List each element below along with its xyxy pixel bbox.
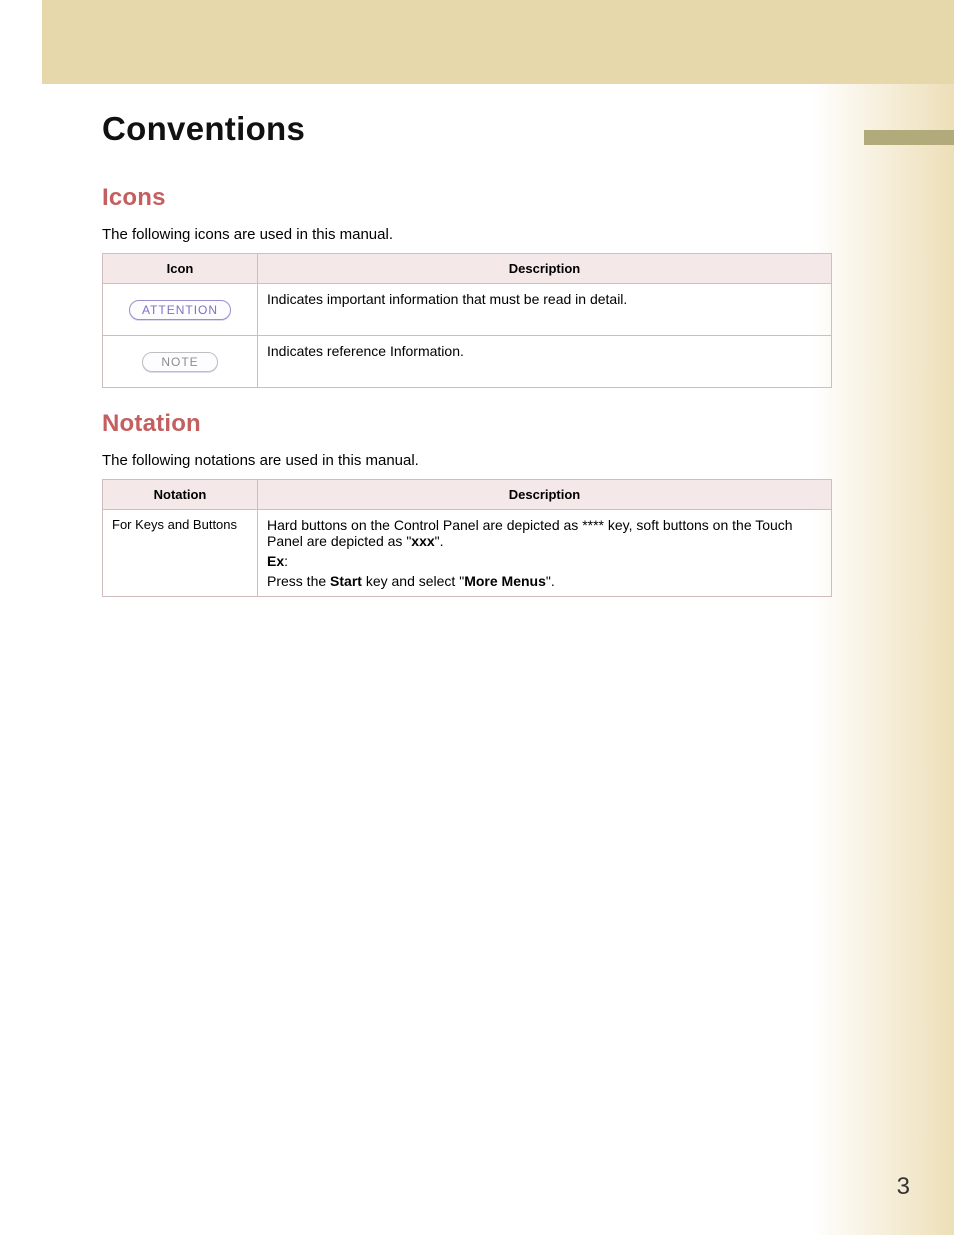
table-header-row: Icon Description [103, 254, 832, 284]
icon-desc-note: Indicates reference Information. [258, 336, 832, 388]
header-band [0, 0, 954, 84]
document-page: Conventions Icons The following icons ar… [0, 0, 954, 1235]
icon-cell-attention: ATTENTION [103, 284, 258, 336]
notation-th-description: Description [258, 480, 832, 510]
notation-desc-line1: Hard buttons on the Control Panel are de… [267, 517, 822, 549]
ex-text: Press the [267, 573, 330, 589]
section-heading-icons: Icons [102, 184, 832, 212]
icons-th-description: Description [258, 254, 832, 284]
desc-bold-xxx: xxx [411, 533, 434, 549]
ex-bold-more-menus: More Menus [464, 573, 546, 589]
notation-table: Notation Description For Keys and Button… [102, 479, 832, 597]
notation-ex-line: Press the Start key and select "More Men… [267, 573, 822, 589]
notation-ex-label-line: Ex: [267, 553, 822, 569]
attention-icon: ATTENTION [129, 300, 231, 320]
notation-label-cell: For Keys and Buttons [103, 510, 258, 597]
icon-cell-note: NOTE [103, 336, 258, 388]
table-header-row: Notation Description [103, 480, 832, 510]
icon-desc-attention: Indicates important information that mus… [258, 284, 832, 336]
table-row: For Keys and Buttons Hard buttons on the… [103, 510, 832, 597]
notation-intro-text: The following notations are used in this… [102, 452, 832, 469]
ex-colon: : [284, 553, 288, 569]
icons-intro-text: The following icons are used in this man… [102, 226, 832, 243]
icons-th-icon: Icon [103, 254, 258, 284]
ex-label: Ex [267, 553, 284, 569]
table-row: ATTENTION Indicates important informatio… [103, 284, 832, 336]
page-number: 3 [897, 1173, 910, 1201]
desc-text: Hard buttons on the Control Panel are de… [267, 517, 793, 549]
header-band-notch [0, 0, 42, 84]
page-title: Conventions [102, 110, 832, 148]
ex-text: key and select " [362, 573, 464, 589]
desc-text: ". [435, 533, 444, 549]
ex-text: ". [546, 573, 555, 589]
note-icon: NOTE [142, 352, 217, 372]
ex-bold-start: Start [330, 573, 362, 589]
side-tab-marker [864, 130, 954, 145]
icons-table: Icon Description ATTENTION Indicates imp… [102, 253, 832, 388]
table-row: NOTE Indicates reference Information. [103, 336, 832, 388]
notation-th-notation: Notation [103, 480, 258, 510]
notation-desc-cell: Hard buttons on the Control Panel are de… [258, 510, 832, 597]
section-heading-notation: Notation [102, 410, 832, 438]
content-area: Conventions Icons The following icons ar… [102, 110, 832, 597]
